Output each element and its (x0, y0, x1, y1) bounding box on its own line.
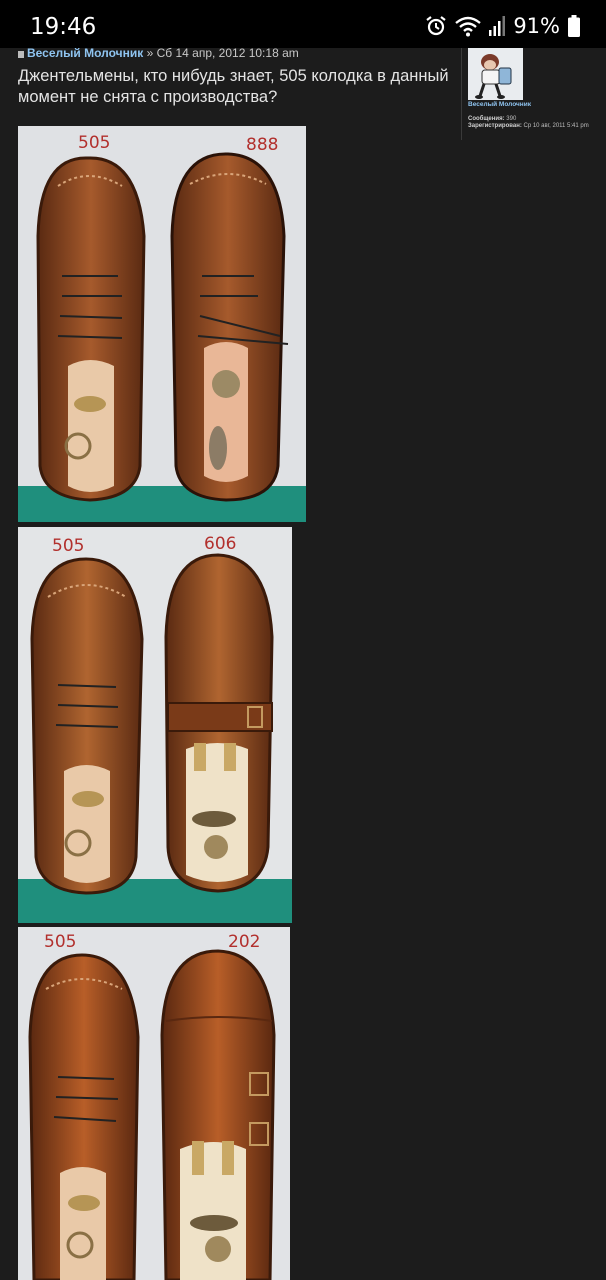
shoe-photo-image: 505 888 (18, 126, 306, 522)
profile-posts: Сообщения: 390 (468, 116, 598, 123)
battery-percent: 91% (513, 14, 560, 38)
status-time: 19:46 (30, 14, 97, 40)
signal-icon (489, 16, 506, 36)
post-author-link[interactable]: Веселый Молочник (27, 46, 143, 60)
battery-icon (568, 15, 580, 37)
alarm-icon (426, 16, 446, 36)
post-text: Джентельмены, кто нибудь знает, 505 коло… (18, 67, 449, 106)
registered-label: Зарегистрирован: (468, 123, 522, 129)
post-meta: Веселый Молочник » Сб 14 апр, 2012 10:18… (18, 46, 299, 60)
posts-count: 390 (506, 116, 517, 122)
post-date: Сб 14 апр, 2012 10:18 am (156, 46, 299, 60)
status-icons: 91% (425, 12, 580, 40)
label-505: 505 (78, 133, 110, 153)
avatar[interactable] (468, 48, 523, 100)
profile-username[interactable]: Веселый Молочник (468, 101, 531, 108)
shoe-photo-505-606: 505 606 (18, 527, 292, 923)
shoe-photo-image: 505 202 (18, 927, 290, 1280)
avatar-image (468, 48, 523, 100)
label-202: 202 (228, 932, 260, 952)
post-icon (18, 51, 24, 58)
label-505: 505 (52, 536, 84, 556)
profile-registered: Зарегистрирован: Ср 10 авг, 2011 5:41 pm (468, 123, 598, 130)
posts-label: Сообщения: (468, 116, 505, 122)
registered-date: Ср 10 авг, 2011 5:41 pm (523, 123, 589, 129)
label-888: 888 (246, 135, 278, 155)
user-profile: Веселый Молочник Сообщения: 390 Зарегист… (461, 48, 602, 140)
label-505: 505 (44, 932, 76, 952)
meta-separator: » (146, 46, 154, 60)
shoe-photo-image: 505 606 (18, 527, 292, 923)
shoe-photo-505-202: 505 202 (18, 927, 290, 1280)
shoe-photo-505-888: 505 888 (18, 126, 306, 522)
wifi-icon (455, 16, 482, 37)
label-606: 606 (204, 534, 236, 554)
status-bar: 19:46 91% (0, 0, 606, 48)
